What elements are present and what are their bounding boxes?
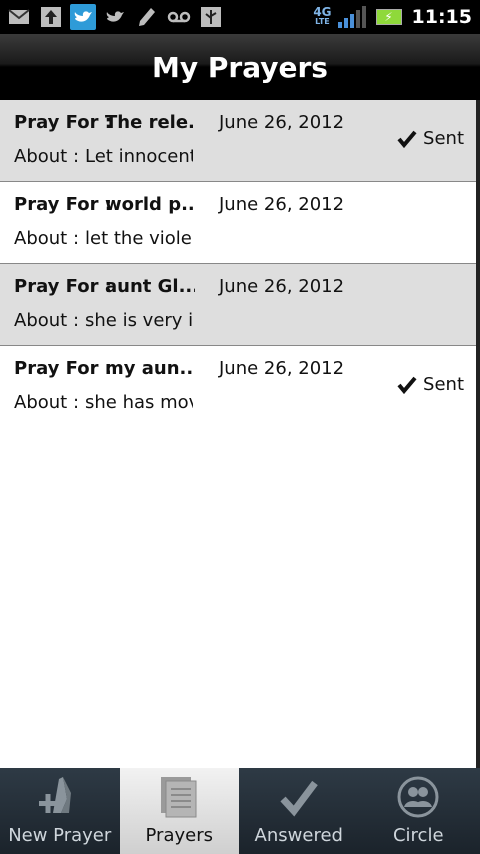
prayer-date: June 26, 2012: [219, 112, 345, 133]
pray-for: Pray For :world p...: [14, 194, 195, 215]
prayer-row[interactable]: Pray For :The rele... June 26, 2012 Abou…: [0, 100, 476, 182]
pray-for-value: world p...: [105, 194, 195, 215]
tab-bar: New Prayer Prayers Answered Circle: [0, 768, 480, 854]
pray-for-label: Pray For :: [14, 358, 112, 379]
praying-hands-plus-icon: [36, 775, 84, 819]
network-indicator: 4G LTE: [313, 5, 332, 27]
tab-label: Circle: [392, 825, 444, 846]
about-value: let the violenc: [85, 228, 193, 249]
voicemail-icon: [166, 4, 192, 30]
clock: 11:15: [411, 6, 472, 28]
pray-for: Pray For :aunt Gl...: [14, 276, 195, 297]
about-value: she has move: [85, 392, 193, 413]
tab-new-prayer[interactable]: New Prayer: [0, 768, 120, 854]
tab-label: Answered: [254, 825, 343, 846]
pray-for-label: Pray For :: [14, 276, 112, 297]
status-bar: 4G LTE ⚡ 11:15: [0, 0, 480, 34]
page-title: My Prayers: [152, 50, 328, 84]
sent-label: Sent: [423, 128, 464, 149]
prayer-date: June 26, 2012: [219, 358, 345, 379]
signal-icon: [337, 6, 368, 28]
battery-icon: ⚡: [375, 9, 402, 25]
tab-label: New Prayer: [8, 825, 112, 846]
tab-prayers[interactable]: Prayers: [119, 768, 239, 854]
about: About :Let innocent (: [14, 146, 193, 167]
pencil-icon: [134, 4, 160, 30]
prayer-date: June 26, 2012: [219, 276, 345, 297]
about: About :she is very ill \: [14, 310, 193, 331]
about-label: About :: [14, 392, 80, 413]
pray-for-value: my aun...: [105, 358, 195, 379]
checkmark-icon: [397, 376, 417, 394]
network-sub-label: LTE: [315, 17, 330, 26]
twitter-icon: [102, 4, 128, 30]
pray-for-label: Pray For :: [14, 112, 112, 133]
tab-label: Prayers: [145, 825, 213, 846]
prayer-row[interactable]: Pray For :my aun... June 26, 2012 About …: [0, 346, 476, 428]
twitter-icon: [70, 4, 96, 30]
pray-for-label: Pray For :: [14, 194, 112, 215]
network-label: 4G: [313, 5, 332, 19]
sent-status: Sent: [397, 374, 464, 395]
about-value: Let innocent (: [85, 146, 193, 167]
pray-for: Pray For :The rele...: [14, 112, 195, 133]
list-edge: [476, 100, 480, 768]
prayer-list: Pray For :The rele... June 26, 2012 Abou…: [0, 100, 476, 768]
prayer-row[interactable]: Pray For :world p... June 26, 2012 About…: [0, 182, 476, 264]
upload-icon: [38, 4, 64, 30]
people-circle-icon: [394, 775, 442, 819]
pray-for-value: The rele...: [105, 112, 195, 133]
document-stack-icon: [155, 775, 203, 819]
mail-icon: [6, 4, 32, 30]
usb-icon: [198, 4, 224, 30]
title-bar: My Prayers: [0, 34, 480, 100]
about: About :she has move: [14, 392, 193, 413]
prayer-date: June 26, 2012: [219, 194, 345, 215]
about-value: she is very ill \: [85, 310, 193, 331]
about: About :let the violenc: [14, 228, 193, 249]
about-label: About :: [14, 146, 80, 167]
pray-for: Pray For :my aun...: [14, 358, 195, 379]
tab-answered[interactable]: Answered: [239, 768, 359, 854]
pray-for-value: aunt Gl...: [105, 276, 195, 297]
prayer-row[interactable]: Pray For :aunt Gl... June 26, 2012 About…: [0, 264, 476, 346]
checkmark-icon: [275, 775, 323, 819]
about-label: About :: [14, 228, 80, 249]
sent-status: Sent: [397, 128, 464, 149]
about-label: About :: [14, 310, 80, 331]
tab-circle[interactable]: Circle: [359, 768, 479, 854]
checkmark-icon: [397, 130, 417, 148]
sent-label: Sent: [423, 374, 464, 395]
